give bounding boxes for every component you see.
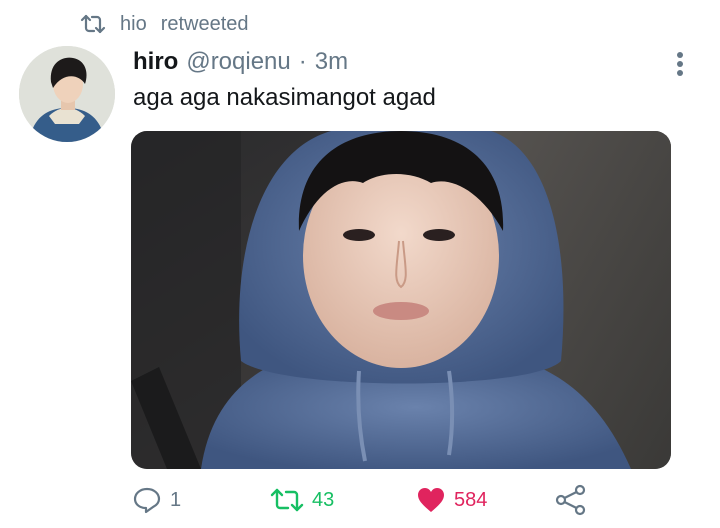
like-button[interactable]: 584: [416, 484, 487, 516]
retweet-label: retweeted: [160, 12, 249, 35]
share-icon: [555, 484, 586, 516]
tweet-photo[interactable]: [131, 131, 671, 469]
retweet-icon: [270, 488, 304, 512]
reply-count: 1: [170, 488, 182, 511]
share-button[interactable]: [554, 484, 588, 516]
tweet-timestamp[interactable]: 3m: [315, 48, 348, 76]
tweet-actions: 1 43 584: [0, 480, 720, 520]
header-separator: ·: [298, 48, 307, 75]
like-count: 584: [454, 488, 488, 511]
reply-icon: [133, 487, 161, 514]
retweet-button[interactable]: 43: [270, 484, 334, 516]
more-options-button[interactable]: [670, 50, 690, 78]
tweet-header: hiro @roqienu · 3m: [133, 48, 348, 80]
retweet-count: 43: [312, 488, 335, 511]
heart-icon: [418, 488, 444, 512]
user-handle[interactable]: @roqienu: [186, 48, 290, 76]
reply-button[interactable]: 1: [132, 484, 181, 516]
more-vertical-icon: [677, 52, 683, 76]
tweet-text: aga aga nakasimangot agad: [133, 84, 436, 111]
avatar[interactable]: [19, 46, 115, 142]
retweet-icon: [80, 13, 106, 35]
retweeter-name[interactable]: hio: [120, 13, 147, 36]
display-name[interactable]: hiro: [133, 48, 178, 76]
retweet-banner: hio retweeted: [80, 10, 249, 38]
